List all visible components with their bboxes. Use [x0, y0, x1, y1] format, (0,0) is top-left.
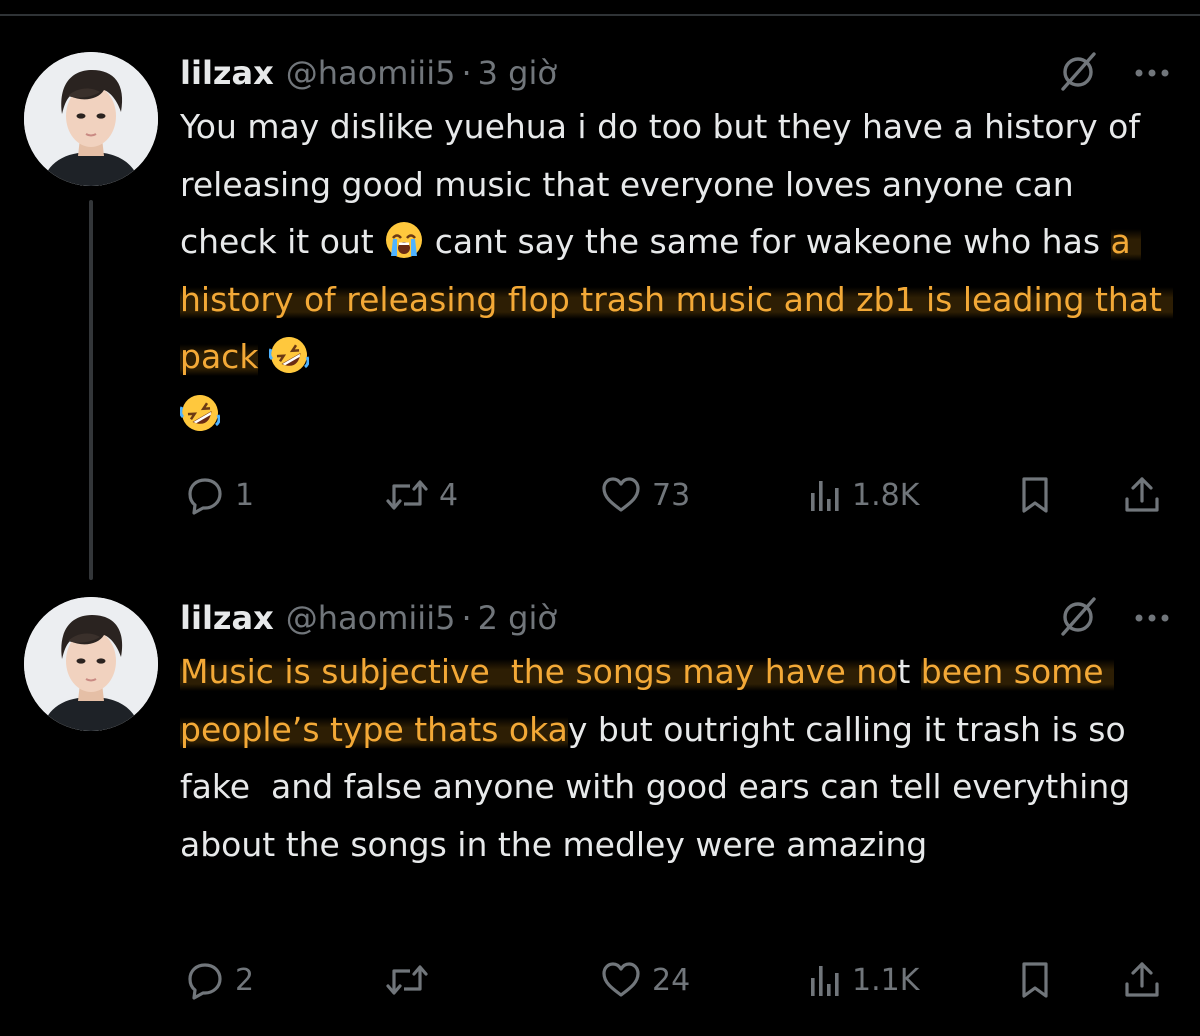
tweet-text-part: cant say the same for wakeone who has: [424, 222, 1111, 261]
avatar[interactable]: [24, 597, 158, 731]
bookmark-button[interactable]: [1018, 955, 1052, 1005]
like-count: 24: [652, 962, 691, 998]
timestamp[interactable]: 2 giờ: [478, 599, 557, 637]
like-button[interactable]: 24: [600, 955, 690, 1005]
share-icon: [1125, 962, 1159, 997]
highlighted-text: Music is subjective the songs may have n…: [180, 652, 898, 691]
share-icon: [1125, 477, 1159, 512]
separator-dot: ·: [461, 599, 472, 637]
share-button[interactable]: [1122, 470, 1162, 520]
reply-icon: [188, 963, 222, 1000]
share-button[interactable]: [1122, 955, 1162, 1005]
views-icon: [811, 966, 839, 996]
action-bar: 1 4 73 1.8K: [180, 470, 1170, 520]
tweet[interactable]: lilzax @haomiii5 · 2 giờ Music is subjec…: [0, 585, 1200, 1036]
timestamp[interactable]: 3 giờ: [478, 54, 557, 92]
more-icon[interactable]: [1134, 613, 1170, 623]
reply-count: 2: [235, 962, 255, 998]
tweet-header: lilzax @haomiii5 · 2 giờ: [180, 593, 557, 643]
display-name[interactable]: lilzax: [180, 54, 274, 92]
tweet[interactable]: lilzax @haomiii5 · 3 giờ You may dislike…: [0, 40, 1200, 580]
views-count: 1.1K: [852, 962, 920, 998]
more-icon[interactable]: [1134, 68, 1170, 78]
retweet-icon: [386, 480, 428, 510]
reply-icon: [188, 478, 222, 515]
reply-button[interactable]: 1: [185, 470, 254, 520]
loudly-crying-face-emoji: [386, 222, 423, 258]
grok-icon[interactable]: [1056, 50, 1100, 94]
retweet-button[interactable]: [385, 955, 439, 1005]
views-count: 1.8K: [852, 477, 920, 513]
like-count: 73: [652, 477, 691, 513]
heart-icon: [602, 962, 640, 997]
retweet-icon: [386, 965, 428, 995]
rolling-on-the-floor-laughing-emoji: [180, 394, 220, 431]
heart-icon: [602, 477, 640, 512]
tweet-text-part: [258, 337, 269, 376]
tweet-header: lilzax @haomiii5 · 3 giờ: [180, 48, 557, 98]
handle[interactable]: @haomiii5: [286, 54, 456, 92]
top-divider: [0, 14, 1200, 16]
retweet-count: 4: [439, 477, 459, 513]
avatar[interactable]: [24, 52, 158, 186]
like-button[interactable]: 73: [600, 470, 690, 520]
thread-line: [89, 200, 93, 580]
reply-count: 1: [235, 477, 255, 513]
tweet-text-part: t: [897, 652, 921, 691]
tweet-text: You may dislike yuehua i do too but they…: [180, 98, 1173, 443]
rolling-on-the-floor-laughing-emoji: [268, 337, 309, 373]
views-button[interactable]: 1.8K: [808, 470, 919, 520]
tweet-text: Music is subjective the songs may have n…: [180, 643, 1170, 873]
bookmark-button[interactable]: [1018, 470, 1052, 520]
display-name[interactable]: lilzax: [180, 599, 274, 637]
views-button[interactable]: 1.1K: [808, 955, 919, 1005]
bookmark-icon: [1022, 962, 1048, 998]
handle[interactable]: @haomiii5: [286, 599, 456, 637]
reply-button[interactable]: 2: [185, 955, 254, 1005]
bookmark-icon: [1022, 477, 1048, 513]
separator-dot: ·: [461, 54, 472, 92]
grok-icon[interactable]: [1056, 595, 1100, 639]
views-icon: [811, 481, 839, 511]
action-bar: 2 24 1.1K: [180, 955, 1170, 1005]
retweet-button[interactable]: 4: [385, 470, 458, 520]
